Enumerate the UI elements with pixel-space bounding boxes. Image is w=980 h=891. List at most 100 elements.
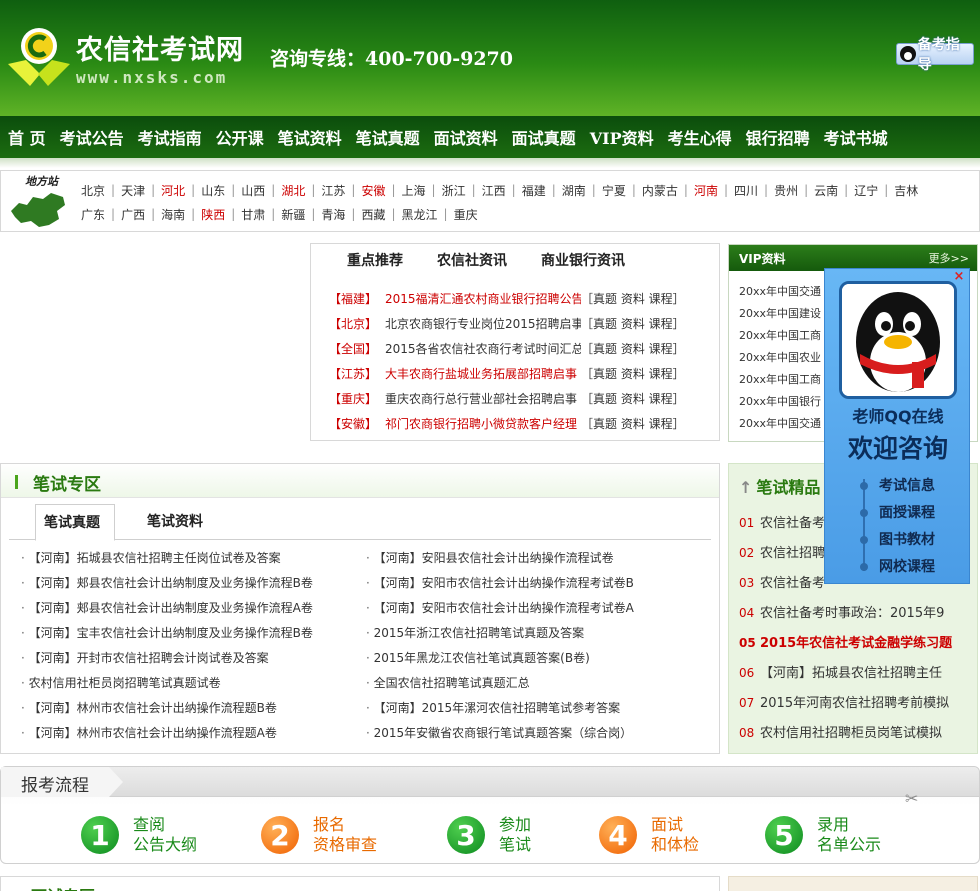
exam-item[interactable]: 【河南】2015年漯河农信社招聘笔试参考答案 bbox=[366, 696, 711, 721]
region-link[interactable]: 陕西 bbox=[197, 206, 229, 223]
exam-guide-button[interactable]: 备考指导 bbox=[896, 37, 974, 73]
exam-item[interactable]: 2015年浙江农信社招聘笔试真题及答案 bbox=[366, 621, 711, 646]
nav-vip[interactable]: VIP资料 bbox=[584, 125, 660, 149]
tab-featured[interactable]: 重点推荐 bbox=[347, 250, 403, 270]
exam-item[interactable]: 2015年黑龙江农信社笔试真题答案(B卷) bbox=[366, 646, 711, 671]
recommend-region[interactable]: 【北京】 bbox=[329, 315, 385, 332]
region-link[interactable]: 新疆 bbox=[277, 206, 309, 223]
exam-item[interactable]: 【河南】郏县农信社会计出纳制度及业务操作流程B卷 bbox=[21, 571, 366, 596]
region-link[interactable]: 湖北 bbox=[277, 182, 309, 199]
tab-rcc-news[interactable]: 农信社资讯 bbox=[437, 250, 507, 270]
region-link[interactable]: 宁夏 bbox=[598, 182, 630, 199]
recommend-title[interactable]: 大丰农商行盐城业务拓展部招聘启事 bbox=[385, 365, 581, 382]
region-link[interactable]: 湖南 bbox=[558, 182, 590, 199]
recommend-links[interactable]: ［真题 资料 课程］ bbox=[581, 290, 685, 307]
nav-interview-materials[interactable]: 面试资料 bbox=[428, 125, 504, 149]
recommend-title[interactable]: 祁门农商银行招聘小微贷款客户经理 bbox=[385, 415, 581, 432]
recommend-region[interactable]: 【江苏】 bbox=[329, 365, 385, 382]
exam-item[interactable]: 【河南】林州市农信社会计出纳操作流程题A卷 bbox=[21, 721, 366, 746]
recommend-title[interactable]: 2015各省农信社农商行考试时间汇总 bbox=[385, 340, 581, 357]
nav-home[interactable]: 首 页 bbox=[2, 125, 52, 149]
region-link[interactable]: 河北 bbox=[157, 182, 189, 199]
nav-bank-recruit[interactable]: 银行招聘 bbox=[740, 125, 816, 149]
exam-item[interactable]: 【河南】郏县农信社会计出纳制度及业务操作流程A卷 bbox=[21, 596, 366, 621]
exam-item[interactable]: 【河南】林州市农信社会计出纳操作流程题B卷 bbox=[21, 696, 366, 721]
region-link[interactable]: 上海 bbox=[398, 182, 430, 199]
logo-icon[interactable] bbox=[4, 24, 74, 92]
exam-item[interactable]: 【河南】安阳县农信社会计出纳操作流程试卷 bbox=[366, 546, 711, 571]
region-link[interactable]: 西藏 bbox=[357, 206, 389, 223]
exam-item[interactable]: 【河南】开封市农信社招聘会计岗试卷及答案 bbox=[21, 646, 366, 671]
region-link[interactable]: 天津 bbox=[117, 182, 149, 199]
best-item[interactable]: 07 2015年河南农信社招聘考前模拟 bbox=[739, 688, 979, 718]
region-link[interactable]: 浙江 bbox=[438, 182, 470, 199]
step-line1: 面试 bbox=[651, 815, 684, 834]
region-link[interactable]: 广东 bbox=[77, 206, 109, 223]
region-separator: | bbox=[764, 183, 769, 197]
region-link[interactable]: 云南 bbox=[810, 182, 842, 199]
region-link[interactable]: 江西 bbox=[478, 182, 510, 199]
exam-item[interactable]: 2015年安徽省农商银行笔试真题答案（综合岗） bbox=[366, 721, 711, 746]
recommend-links[interactable]: ［真题 资料 课程］ bbox=[581, 340, 685, 357]
qq-menu-books[interactable]: 图书教材 bbox=[855, 529, 965, 556]
region-link[interactable]: 吉林 bbox=[890, 182, 922, 199]
recommend-region[interactable]: 【安徽】 bbox=[329, 415, 385, 432]
recommend-links[interactable]: ［真题 资料 课程］ bbox=[581, 415, 685, 432]
recommend-links[interactable]: ［真题 资料 课程］ bbox=[581, 315, 685, 332]
region-link[interactable]: 四川 bbox=[730, 182, 762, 199]
tab-bank-news[interactable]: 商业银行资讯 bbox=[541, 250, 625, 270]
penguin-icon bbox=[842, 284, 954, 396]
best-item[interactable]: 04 农信社备考时事政治：2015年9 bbox=[739, 598, 979, 628]
region-link[interactable]: 海南 bbox=[157, 206, 189, 223]
region-link[interactable]: 黑龙江 bbox=[398, 206, 442, 223]
logo-text[interactable]: 农信社考试网 bbox=[76, 28, 244, 67]
nav-interview-papers[interactable]: 面试真题 bbox=[506, 125, 582, 149]
recommend-region[interactable]: 【重庆】 bbox=[329, 390, 385, 407]
region-link[interactable]: 内蒙古 bbox=[638, 182, 682, 199]
region-link[interactable]: 安徽 bbox=[357, 182, 389, 199]
exam-item[interactable]: 【河南】宝丰农信社会计出纳制度及业务操作流程B卷 bbox=[21, 621, 366, 646]
region-link[interactable]: 河南 bbox=[690, 182, 722, 199]
qq-menu-exam-info[interactable]: 考试信息 bbox=[855, 475, 965, 502]
region-link[interactable]: 广西 bbox=[117, 206, 149, 223]
nav-experience[interactable]: 考生心得 bbox=[662, 125, 738, 149]
recommend-region[interactable]: 【全国】 bbox=[329, 340, 385, 357]
exam-item[interactable]: 【河南】安阳市农信社会计出纳操作流程考试卷B bbox=[366, 571, 711, 596]
recommend-title[interactable]: 北京农商银行专业岗位2015招聘启事 bbox=[385, 315, 581, 332]
exam-item[interactable]: 全国农信社招聘笔试真题汇总 bbox=[366, 671, 711, 696]
region-link[interactable]: 贵州 bbox=[770, 182, 802, 199]
region-link[interactable]: 北京 bbox=[77, 182, 109, 199]
recommend-title[interactable]: 2015福清汇通农村商业银行招聘公告 bbox=[385, 290, 581, 307]
nav-written-materials[interactable]: 笔试资料 bbox=[272, 125, 348, 149]
region-link[interactable]: 辽宁 bbox=[850, 182, 882, 199]
best-item[interactable]: 05 2015年农信社考试金融学练习题 bbox=[739, 628, 979, 658]
exam-item[interactable]: 农村信用社柜员岗招聘笔试真题试卷 bbox=[21, 671, 366, 696]
region-link[interactable]: 福建 bbox=[518, 182, 550, 199]
region-link[interactable]: 山东 bbox=[197, 182, 229, 199]
nav-exam-notice[interactable]: 考试公告 bbox=[54, 125, 130, 149]
region-link[interactable]: 山西 bbox=[237, 182, 269, 199]
close-icon[interactable]: × bbox=[953, 270, 965, 283]
region-link[interactable]: 重庆 bbox=[450, 206, 482, 223]
recommend-links[interactable]: ［真题 资料 课程］ bbox=[581, 365, 685, 382]
recommend-links[interactable]: ［真题 资料 课程］ bbox=[581, 390, 685, 407]
region-link[interactable]: 江苏 bbox=[317, 182, 349, 199]
tab-written-papers[interactable]: 笔试真题 bbox=[35, 504, 115, 541]
nav-bookstore[interactable]: 考试书城 bbox=[818, 125, 894, 149]
qq-penguin-avatar[interactable] bbox=[839, 281, 957, 399]
exam-item[interactable]: 【河南】拓城县农信社招聘主任岗位试卷及答案 bbox=[21, 546, 366, 571]
best-item[interactable]: 08 农村信用社招聘柜员岗笔试模拟 bbox=[739, 718, 979, 748]
best-item[interactable]: 06 【河南】拓城县农信社招聘主任 bbox=[739, 658, 979, 688]
region-link[interactable]: 青海 bbox=[317, 206, 349, 223]
exam-item[interactable]: 【河南】安阳市农信社会计出纳操作流程考试卷A bbox=[366, 596, 711, 621]
region-link[interactable]: 甘肃 bbox=[237, 206, 269, 223]
qq-menu-online[interactable]: 网校课程 bbox=[855, 556, 965, 583]
qq-menu-courses[interactable]: 面授课程 bbox=[855, 502, 965, 529]
tab-written-materials[interactable]: 笔试资料 bbox=[139, 504, 211, 540]
nav-exam-guide[interactable]: 考试指南 bbox=[132, 125, 208, 149]
nav-written-papers[interactable]: 笔试真题 bbox=[350, 125, 426, 149]
recommend-region[interactable]: 【福建】 bbox=[329, 290, 385, 307]
recommend-title[interactable]: 重庆农商行总行营业部社会招聘启事 bbox=[385, 390, 581, 407]
nav-open-class[interactable]: 公开课 bbox=[210, 125, 270, 149]
vip-more-link[interactable]: 更多>> bbox=[929, 250, 969, 266]
